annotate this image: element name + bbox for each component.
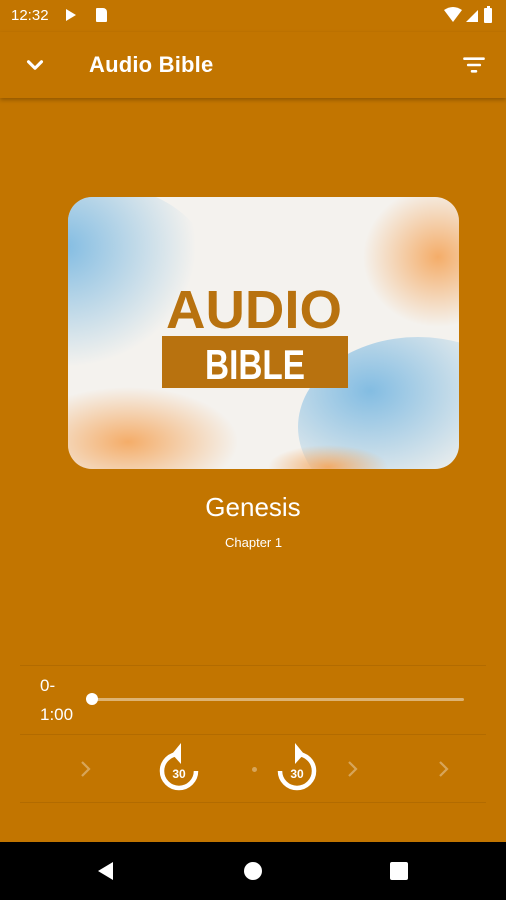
- rewind-30-button[interactable]: 30: [156, 740, 202, 792]
- seek-bar[interactable]: [92, 698, 464, 701]
- cover-bible-text: BIBLE: [205, 341, 305, 388]
- divider: [20, 802, 486, 803]
- sd-card-icon: [96, 8, 107, 22]
- total-duration: 1:00: [40, 705, 74, 724]
- wifi-icon: [444, 7, 462, 22]
- replay-30-icon: 30: [159, 743, 199, 791]
- play-indicator-dot[interactable]: [252, 767, 257, 772]
- home-icon[interactable]: [243, 861, 263, 881]
- media-playing-icon: [66, 9, 76, 21]
- signal-icon: [466, 10, 478, 22]
- chevron-right-icon[interactable]: [345, 759, 361, 779]
- divider: [20, 734, 486, 735]
- cover-audio-text: AUDIO: [166, 280, 342, 340]
- system-nav-bar: [0, 842, 506, 900]
- status-icons: [444, 6, 492, 23]
- seek-thumb[interactable]: [86, 693, 98, 705]
- svg-text:30: 30: [172, 767, 186, 781]
- track-subtitle: Chapter 1: [225, 535, 283, 550]
- divider: [20, 665, 486, 666]
- status-bar: 12:32: [0, 0, 506, 32]
- status-time: 12:32: [11, 7, 49, 24]
- recents-icon[interactable]: [390, 862, 408, 880]
- battery-icon: [484, 8, 492, 23]
- filter-icon[interactable]: [461, 52, 487, 78]
- track-title: Genesis: [205, 492, 301, 522]
- back-icon[interactable]: [96, 861, 116, 881]
- cover-artwork: AUDIO BIBLE: [68, 197, 459, 469]
- app-bar: Audio Bible: [0, 32, 506, 98]
- svg-text:30: 30: [290, 767, 304, 781]
- chevron-down-icon[interactable]: [22, 52, 48, 78]
- forward-30-button[interactable]: 30: [274, 740, 320, 792]
- chevron-right-icon[interactable]: [78, 759, 94, 779]
- chevron-right-icon[interactable]: [436, 759, 452, 779]
- forward-30-icon: 30: [277, 743, 317, 791]
- current-position: 0-: [40, 676, 56, 695]
- page-title: Audio Bible: [89, 52, 214, 77]
